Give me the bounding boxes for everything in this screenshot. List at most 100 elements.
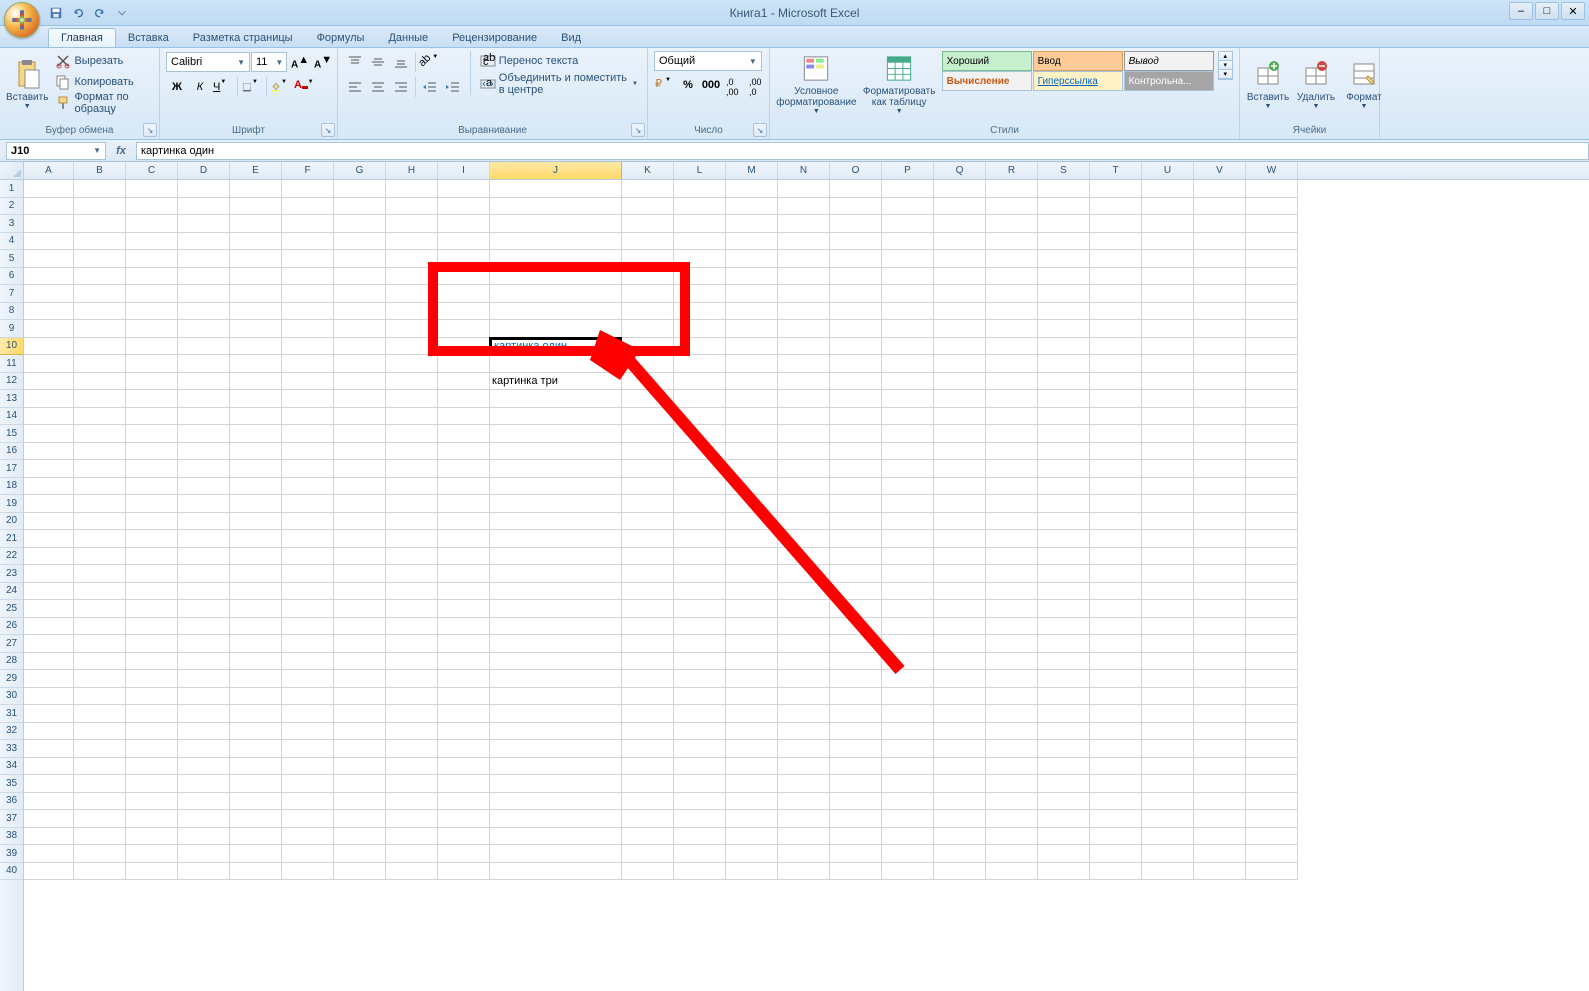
row-header-4[interactable]: 4 [0,233,23,251]
cell-D35[interactable] [178,775,230,793]
cell-U40[interactable] [1142,863,1194,881]
cell-L34[interactable] [674,758,726,776]
cell-I15[interactable] [438,425,490,443]
cell-W4[interactable] [1246,233,1298,251]
cell-T11[interactable] [1090,355,1142,373]
cell-E1[interactable] [230,180,282,198]
cell-B32[interactable] [74,723,126,741]
cell-C13[interactable] [126,390,178,408]
cell-S1[interactable] [1038,180,1090,198]
font-color-icon[interactable]: A▼ [293,76,315,98]
cell-Q15[interactable] [934,425,986,443]
cell-I40[interactable] [438,863,490,881]
merge-center-button[interactable]: aОбъединить и поместить в центре▼ [477,74,641,94]
cell-V10[interactable] [1194,338,1246,356]
cell-C9[interactable] [126,320,178,338]
cell-B40[interactable] [74,863,126,881]
cell-F4[interactable] [282,233,334,251]
cell-B7[interactable] [74,285,126,303]
row-header-28[interactable]: 28 [0,653,23,671]
cell-O16[interactable] [830,443,882,461]
cell-Q7[interactable] [934,285,986,303]
cell-Q22[interactable] [934,548,986,566]
cell-J37[interactable] [490,810,622,828]
col-header-V[interactable]: V [1194,162,1246,179]
cell-I14[interactable] [438,408,490,426]
cell-N16[interactable] [778,443,830,461]
cell-D4[interactable] [178,233,230,251]
cell-V40[interactable] [1194,863,1246,881]
cell-P32[interactable] [882,723,934,741]
cell-G15[interactable] [334,425,386,443]
cell-F32[interactable] [282,723,334,741]
cell-T14[interactable] [1090,408,1142,426]
cell-E38[interactable] [230,828,282,846]
cell-M32[interactable] [726,723,778,741]
cell-F18[interactable] [282,478,334,496]
cell-S23[interactable] [1038,565,1090,583]
row-header-40[interactable]: 40 [0,863,23,881]
style-output[interactable]: Вывод [1124,51,1214,71]
cell-B8[interactable] [74,303,126,321]
cell-A23[interactable] [24,565,74,583]
cell-A14[interactable] [24,408,74,426]
cell-S22[interactable] [1038,548,1090,566]
cell-I20[interactable] [438,513,490,531]
cell-H18[interactable] [386,478,438,496]
cell-U24[interactable] [1142,583,1194,601]
cell-A27[interactable] [24,635,74,653]
cell-V15[interactable] [1194,425,1246,443]
cell-E30[interactable] [230,688,282,706]
cell-S25[interactable] [1038,600,1090,618]
cell-F20[interactable] [282,513,334,531]
cell-P17[interactable] [882,460,934,478]
cell-U3[interactable] [1142,215,1194,233]
cell-R27[interactable] [986,635,1038,653]
cell-V39[interactable] [1194,845,1246,863]
col-header-S[interactable]: S [1038,162,1090,179]
cell-O6[interactable] [830,268,882,286]
col-header-R[interactable]: R [986,162,1038,179]
cell-S28[interactable] [1038,653,1090,671]
cell-G19[interactable] [334,495,386,513]
cell-H10[interactable] [386,338,438,356]
cell-P13[interactable] [882,390,934,408]
cell-D33[interactable] [178,740,230,758]
cell-O19[interactable] [830,495,882,513]
cell-Q35[interactable] [934,775,986,793]
cell-K15[interactable] [622,425,674,443]
cell-B9[interactable] [74,320,126,338]
cell-K10[interactable] [622,338,674,356]
cell-C33[interactable] [126,740,178,758]
orientation-icon[interactable]: ab▼ [419,51,441,73]
cell-T29[interactable] [1090,670,1142,688]
fill-color-icon[interactable]: ▼ [270,76,292,98]
cell-B15[interactable] [74,425,126,443]
cell-T34[interactable] [1090,758,1142,776]
cell-R2[interactable] [986,198,1038,216]
cell-G13[interactable] [334,390,386,408]
col-header-L[interactable]: L [674,162,726,179]
cell-J36[interactable] [490,793,622,811]
cell-O14[interactable] [830,408,882,426]
cell-Q37[interactable] [934,810,986,828]
styles-scroll[interactable]: ▴▾▾ [1218,51,1233,80]
cell-I10[interactable] [438,338,490,356]
cell-O10[interactable] [830,338,882,356]
cell-M15[interactable] [726,425,778,443]
cell-N22[interactable] [778,548,830,566]
cell-J21[interactable] [490,530,622,548]
cell-S30[interactable] [1038,688,1090,706]
cell-C28[interactable] [126,653,178,671]
cell-V24[interactable] [1194,583,1246,601]
col-header-O[interactable]: O [830,162,882,179]
cell-C38[interactable] [126,828,178,846]
style-check[interactable]: Контрольна... [1124,71,1214,91]
cell-I11[interactable] [438,355,490,373]
cell-S13[interactable] [1038,390,1090,408]
cell-D15[interactable] [178,425,230,443]
cell-S12[interactable] [1038,373,1090,391]
cell-K37[interactable] [622,810,674,828]
cell-H32[interactable] [386,723,438,741]
cell-L4[interactable] [674,233,726,251]
